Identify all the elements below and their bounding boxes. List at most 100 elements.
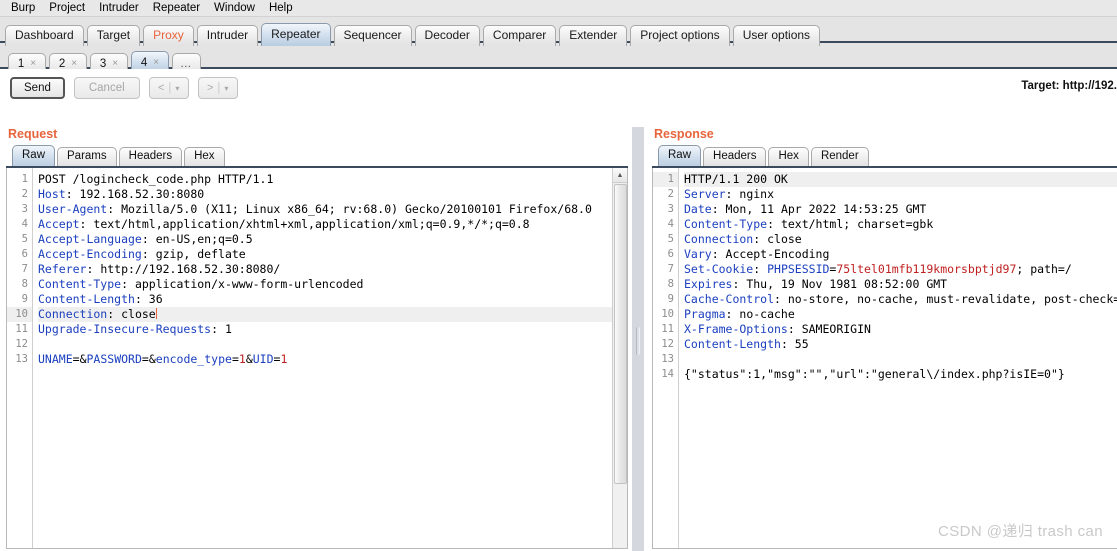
tab-decoder[interactable]: Decoder — [414, 25, 480, 46]
repeater-tab-label: 2 — [58, 57, 66, 70]
header-name: Connection — [684, 232, 754, 246]
forward-button[interactable]: > | ▾ — [197, 77, 238, 99]
header-value: : Accept-Encoding — [711, 247, 830, 261]
header-value: : — [753, 262, 768, 276]
header-name: Accept — [38, 217, 80, 231]
response-tab-hex[interactable]: Hex — [768, 147, 809, 166]
response-tab-render[interactable]: Render — [810, 147, 869, 166]
request-tab-hex[interactable]: Hex — [184, 147, 225, 166]
header-value: = — [141, 352, 149, 366]
response-title: Response — [654, 127, 714, 141]
header-value: : close — [107, 307, 156, 321]
request-view-tabs: Raw Params Headers Hex — [6, 145, 628, 168]
menu-item-help[interactable]: Help — [262, 1, 300, 15]
close-icon[interactable]: × — [112, 58, 118, 69]
tab-dashboard[interactable]: Dashboard — [5, 25, 84, 46]
cancel-button: Cancel — [73, 77, 140, 99]
header-name: encode_type — [155, 352, 232, 366]
header-name: Cache-Control — [684, 292, 775, 306]
header-name: Date — [684, 202, 712, 216]
header-value: & — [79, 352, 87, 366]
code-line: Pragma: no-cache — [684, 307, 1117, 322]
request-tab-params[interactable]: Params — [57, 147, 117, 166]
tab-user-options[interactable]: User options — [732, 25, 821, 46]
header-name: Host — [38, 187, 66, 201]
tab-extender[interactable]: Extender — [559, 25, 628, 46]
code-line: Host: 192.168.52.30:8080 — [38, 187, 612, 202]
menu-item-window[interactable]: Window — [207, 1, 262, 15]
response-editor[interactable]: 1 2 3 4 5 6 7 8 9 10 11 12 13 14 HTTP/1.1 200 OK Serve… — [652, 168, 1117, 549]
close-icon[interactable]: × — [30, 58, 36, 69]
request-tab-headers[interactable]: Headers — [118, 147, 183, 166]
code-line: Vary: Accept-Encoding — [684, 247, 1117, 262]
menu-item-intruder[interactable]: Intruder — [92, 1, 146, 15]
chevron-down-icon: ▾ — [224, 83, 229, 93]
header-name: Content-Length — [684, 337, 781, 351]
back-separator: | — [168, 82, 172, 94]
line-number: 5 — [667, 233, 674, 245]
header-value: {"status":1,"msg":"","url":"general\/ind… — [684, 367, 1065, 381]
tab-comparer[interactable]: Comparer — [482, 25, 557, 46]
line-number: 12 — [661, 338, 674, 350]
splitter-grip[interactable] — [636, 327, 640, 355]
repeater-tab-label: … — [180, 57, 193, 70]
tab-proxy[interactable]: Proxy — [143, 25, 194, 46]
tab-intruder[interactable]: Intruder — [196, 25, 259, 46]
code-line: Content-Length: 36 — [38, 292, 612, 307]
line-number: 2 — [667, 188, 674, 200]
tab-target[interactable]: Target — [86, 25, 141, 46]
header-value: : 36 — [134, 292, 163, 306]
request-code-text[interactable]: POST /logincheck_code.php HTTP/1.1 Host: … — [33, 168, 612, 548]
menu-item-project[interactable]: Project — [42, 1, 92, 15]
line-number: 4 — [667, 218, 674, 230]
pane-splitter[interactable] — [632, 127, 644, 551]
response-tab-headers[interactable]: Headers — [703, 147, 767, 166]
menu-item-repeater[interactable]: Repeater — [146, 1, 207, 15]
main-tabs: Dashboard Target Proxy Intruder Repeater Sequ… — [0, 17, 1117, 46]
response-code-text[interactable]: HTTP/1.1 200 OK Server: nginx Date: Mon, 1… — [679, 168, 1117, 548]
scroll-up-icon[interactable]: ▲ — [613, 168, 627, 183]
header-value: : Thu, 19 Nov 1981 08:52:00 GMT — [732, 277, 948, 291]
code-line: Set-Cookie: PHPSESSID=75ltel01mfb119kmor… — [684, 262, 1117, 277]
header-name: Accept-Encoding — [38, 247, 142, 261]
request-response-panes: Request Raw Params Headers Hex 1 2 3 4 5 6 7 8 9 10 1… — [0, 127, 1117, 551]
header-value: HTTP/1.1 200 OK — [684, 172, 788, 186]
request-tab-raw[interactable]: Raw — [12, 145, 56, 166]
header-name: User-Agent — [38, 202, 108, 216]
tab-sequencer[interactable]: Sequencer — [333, 25, 412, 46]
header-name: X-Frame-Options — [684, 322, 788, 336]
scrollbar-thumb[interactable] — [614, 184, 627, 484]
header-value: : text/html; charset=gbk — [767, 217, 934, 231]
close-icon[interactable]: × — [153, 57, 159, 68]
header-value: : text/html,application/xhtml+xml,applic… — [79, 217, 530, 231]
header-value: : gzip, deflate — [141, 247, 246, 261]
close-icon[interactable]: × — [71, 58, 77, 69]
line-number: 11 — [661, 323, 674, 335]
chevron-down-icon: ▾ — [175, 83, 180, 93]
header-name: Accept-Language — [38, 232, 142, 246]
repeater-tabs: 1 × 2 × 3 × 4 ×… — [0, 43, 1117, 73]
line-number: 9 — [667, 293, 674, 305]
header-value: = — [72, 352, 80, 366]
response-tab-raw[interactable]: Raw — [658, 145, 702, 166]
line-number: 5 — [21, 233, 28, 245]
repeater-tab-label: 3 — [99, 57, 107, 70]
back-button[interactable]: < | ▾ — [148, 77, 189, 99]
send-button[interactable]: Send — [10, 77, 65, 99]
header-value-highlight: 1 — [280, 352, 288, 366]
menu-item-burp[interactable]: Burp — [4, 1, 42, 15]
header-name: PASSWORD — [86, 352, 142, 366]
header-value: : en-US,en;q=0.5 — [141, 232, 253, 246]
header-value: : SAMEORIGIN — [787, 322, 871, 336]
repeater-tab-label: 4 — [140, 56, 148, 69]
line-number: 2 — [21, 188, 28, 200]
request-editor[interactable]: 1 2 3 4 5 6 7 8 9 10 11 12 13 POST /logincheck_code.… — [6, 168, 628, 549]
watermark: CSDN @递归 trash can — [938, 523, 1103, 540]
tab-repeater[interactable]: Repeater — [261, 23, 331, 46]
request-vertical-scrollbar[interactable]: ▲ — [612, 168, 627, 548]
line-number: 7 — [21, 263, 28, 275]
code-line: Date: Mon, 11 Apr 2022 14:53:25 GMT — [684, 202, 1117, 217]
line-number: 3 — [667, 203, 674, 215]
forward-separator: | — [217, 82, 221, 94]
tab-project-options[interactable]: Project options — [630, 25, 730, 46]
